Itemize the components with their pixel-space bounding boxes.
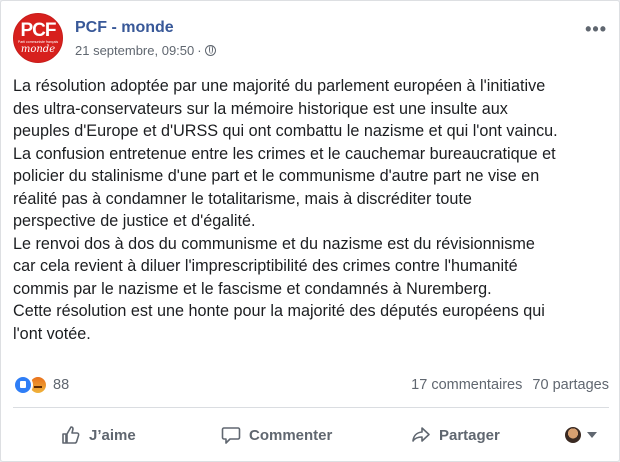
post-timestamp[interactable]: 21 septembre, 09:50 xyxy=(75,43,194,58)
post-stats: 17 commentaires 70 partages xyxy=(405,377,609,393)
share-arrow-icon xyxy=(412,427,430,442)
reactions-bar: 88 17 commentaires 70 partages xyxy=(13,374,609,396)
post-actions: J’aime Commenter Partager xyxy=(13,415,609,455)
avatar-logo-script: monde xyxy=(20,44,56,55)
share-button[interactable]: Partager xyxy=(411,415,500,455)
audience-selector[interactable] xyxy=(565,427,597,443)
share-button-label: Partager xyxy=(439,426,500,444)
more-options-icon[interactable]: ••• xyxy=(585,19,607,40)
post-header: PCF Parti communiste français monde PCF … xyxy=(13,13,609,63)
timestamp-separator: · xyxy=(197,43,202,58)
chevron-down-icon xyxy=(587,432,597,438)
shares-count-link[interactable]: 70 partages xyxy=(532,377,609,393)
thumbs-up-icon xyxy=(62,426,80,444)
avatar-logo-main: PCF xyxy=(20,20,57,41)
globe-icon xyxy=(204,45,216,56)
page-name-link[interactable]: PCF - monde xyxy=(75,19,174,37)
like-button[interactable]: J’aime xyxy=(61,415,136,455)
comments-count-link[interactable]: 17 commentaires xyxy=(411,377,522,393)
user-avatar xyxy=(565,427,581,443)
post-text: La résolution adoptée par une majorité d… xyxy=(13,77,558,343)
reaction-count[interactable]: 88 xyxy=(53,377,69,393)
comment-button[interactable]: Commenter xyxy=(221,415,332,455)
comment-button-label: Commenter xyxy=(249,426,333,444)
post-timestamp-row: 21 septembre, 09:50 · xyxy=(75,43,216,58)
comment-icon xyxy=(221,427,241,444)
like-button-label: J’aime xyxy=(89,426,136,444)
like-reaction-icon[interactable] xyxy=(13,375,33,395)
post-card: PCF Parti communiste français monde PCF … xyxy=(0,0,620,462)
actions-divider xyxy=(13,407,609,408)
page-avatar[interactable]: PCF Parti communiste français monde xyxy=(13,13,63,63)
